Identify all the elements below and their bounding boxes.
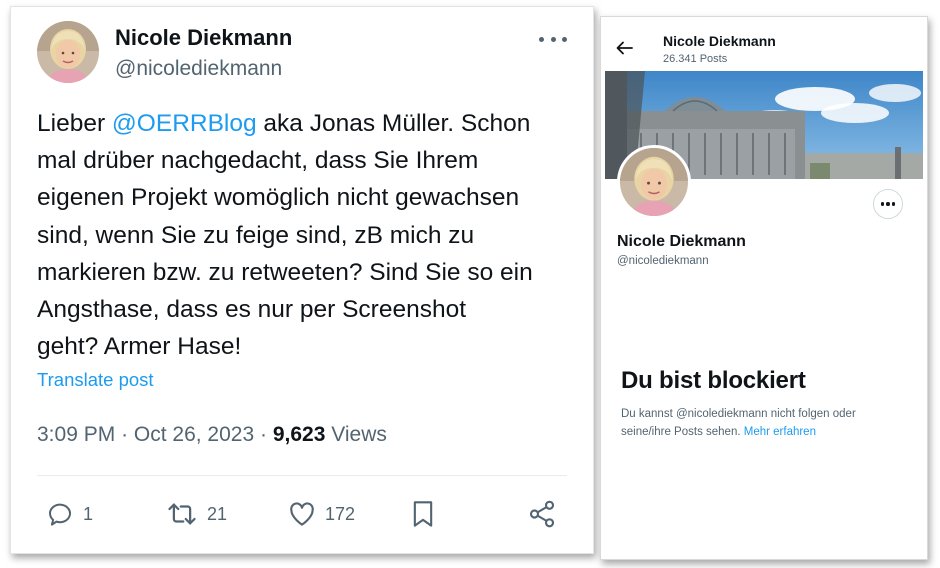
learn-more-link[interactable]: Mehr erfahren — [744, 426, 816, 438]
like-button[interactable]: 172 — [287, 497, 355, 531]
views-count: 9,623 — [272, 423, 326, 446]
tweet-text: Lieber @OERRBlog aka Jonas Müller. Schon… — [37, 105, 585, 365]
tweet-text-line: sind, wenn Sie zu feige sind, zB mich zu — [37, 221, 475, 249]
profile-more-options-icon[interactable] — [873, 189, 903, 219]
divider — [37, 475, 567, 476]
blocked-description: Du kannst @nicolediekmann nicht folgen o… — [621, 405, 911, 441]
reply-button[interactable]: 1 — [45, 497, 93, 531]
bookmark-icon — [413, 501, 433, 527]
tweet-metadata: 3:09 PM · Oct 26, 2023 · 9,623 Views — [37, 423, 387, 447]
profile-handle: @nicolediekmann — [617, 255, 709, 267]
reply-count: 1 — [83, 503, 94, 524]
tweet-text-segment: aka Jonas Müller. Schon — [256, 110, 531, 137]
tweet-time[interactable]: 3:09 PM — [37, 423, 115, 446]
heart-icon — [290, 502, 314, 526]
tweet-text-line: mal drüber nachgedacht, dass Sie Ihrem — [37, 147, 479, 175]
back-arrow-icon[interactable] — [615, 39, 635, 57]
views-label: Views — [331, 423, 387, 446]
tweet-card: Nicole Diekmann @nicolediekmann Lieber @… — [10, 6, 594, 554]
blocked-description-text: seine/ihre Posts sehen. — [621, 426, 741, 438]
mention-link[interactable]: @OERRBlog — [112, 110, 257, 137]
tweet-text-line: geht? Armer Hase! — [37, 333, 242, 361]
blocked-description-line: Du kannst @nicolediekmann nicht folgen o… — [621, 408, 856, 420]
tweet-text-line: markieren bzw. zu retweeten? Sind Sie so… — [37, 258, 533, 286]
like-count: 172 — [325, 503, 356, 524]
retweet-count: 21 — [207, 503, 228, 524]
translate-post-link[interactable]: Translate post — [37, 369, 154, 391]
profile-header-name: Nicole Diekmann — [663, 33, 776, 49]
share-icon — [529, 500, 555, 528]
reply-icon — [49, 503, 71, 526]
profile-post-count: 26.341 Posts — [663, 53, 728, 65]
tweet-author-avatar[interactable] — [37, 21, 99, 83]
meta-separator: · — [121, 423, 129, 446]
share-button[interactable] — [527, 497, 557, 531]
retweet-icon — [168, 503, 196, 525]
tweet-text-line: eigenen Projekt womöglich nicht gewachse… — [37, 184, 520, 212]
blocked-description-line: seine/ihre Posts sehen. Mehr erfahren — [621, 423, 911, 441]
tweet-author-handle[interactable]: @nicolediekmann — [115, 57, 282, 81]
tweet-author-name[interactable]: Nicole Diekmann — [115, 25, 292, 51]
more-options-icon[interactable] — [539, 31, 567, 47]
profile-avatar[interactable] — [617, 145, 691, 219]
tweet-date[interactable]: Oct 26, 2023 — [134, 423, 254, 446]
tweet-text-line: Angsthase, dass es nur per Screenshot — [37, 296, 467, 324]
meta-separator: · — [260, 423, 267, 446]
profile-name: Nicole Diekmann — [617, 233, 746, 250]
retweet-button[interactable]: 21 — [165, 497, 227, 531]
tweet-text-line: Lieber @OERRBlog aka Jonas Müller. Schon — [37, 105, 585, 142]
bookmark-button[interactable] — [409, 497, 437, 531]
tweet-text-segment: Lieber — [37, 110, 112, 137]
profile-card: Nicole Diekmann 26.341 Posts Nicole Diek… — [600, 16, 928, 560]
blocked-title: Du bist blockiert — [621, 367, 806, 394]
